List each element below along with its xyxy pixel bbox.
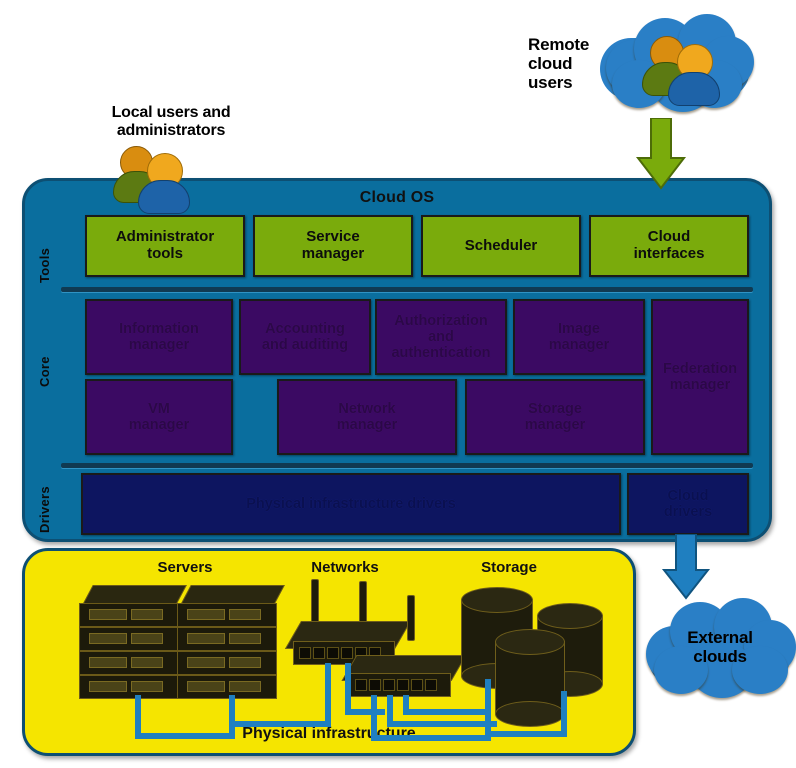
box-line-2: drivers	[663, 504, 713, 520]
connection-wire	[403, 709, 489, 715]
connection-wire	[135, 733, 235, 739]
box-line-2: manager	[128, 417, 190, 433]
driver-box-physical-infrastructure-drivers[interactable]: Physical infrastructure drivers	[81, 473, 621, 535]
layer-label-core: Core	[37, 356, 52, 387]
box-line-3: authentication	[391, 345, 491, 362]
layer-label-drivers: Drivers	[37, 486, 52, 533]
remote-cloud-users-cloud	[590, 10, 760, 120]
connection-wire	[387, 721, 497, 727]
layer-label-tools: Tools	[37, 247, 52, 283]
connection-wire	[345, 663, 351, 715]
infra-group-label-networks: Networks	[311, 559, 379, 576]
driver-box-cloud-drivers[interactable]: Cloud drivers	[627, 473, 749, 535]
box-line-2: and auditing	[261, 337, 349, 353]
box-line-2: manager	[548, 337, 610, 353]
box-line-1: Storage	[527, 400, 582, 417]
people-icon	[668, 44, 720, 106]
box-line-1: Scheduler	[464, 236, 538, 254]
box-line-2: interfaces	[633, 245, 705, 262]
layer-divider-tools-core	[61, 287, 753, 292]
core-box-storage-manager[interactable]: Storage manager	[465, 379, 645, 455]
box-line-2: manager	[336, 417, 398, 433]
core-box-authorization-and-authentication[interactable]: Authorization and authentication	[375, 299, 507, 375]
external-clouds-label: External clouds	[687, 628, 753, 667]
people-icon	[138, 153, 190, 214]
box-line-1: Service	[306, 228, 360, 246]
box-line-1: Authorization	[394, 312, 488, 329]
disk-array-icon	[495, 629, 567, 727]
remote-users-to-cloud-os-arrow	[634, 117, 688, 190]
local-users-label: Local users and administrators	[111, 104, 231, 139]
server-rack-icon	[177, 585, 287, 699]
cloud-os-to-external-clouds-arrow	[660, 533, 712, 600]
tool-box-administrator-tools[interactable]: Administrator tools	[85, 215, 245, 277]
core-box-federation-manager[interactable]: Federation manager	[651, 299, 749, 455]
infra-group-label-servers: Servers	[157, 559, 213, 576]
remote-cloud-users-label: Remote cloud users	[528, 35, 590, 93]
connection-wire	[345, 709, 385, 715]
physical-infrastructure-container: Physical infrastructure Servers Networks…	[22, 548, 636, 756]
box-line-1: Cloud	[647, 228, 691, 246]
core-box-image-manager[interactable]: Image manager	[513, 299, 645, 375]
box-line-2: tools	[147, 245, 183, 262]
diagram-canvas: Remote cloud users Local users and admin…	[0, 0, 796, 768]
connection-wire	[229, 721, 331, 727]
box-line-1: Accounting	[265, 320, 345, 337]
tool-box-scheduler[interactable]: Scheduler	[421, 215, 581, 277]
core-box-accounting-and-auditing[interactable]: Accounting and auditing	[239, 299, 371, 375]
core-box-information-manager[interactable]: Information manager	[85, 299, 233, 375]
cloud-os-container: Cloud OS Tools Core Drivers Administrato…	[22, 178, 772, 542]
box-line-1: Federation	[662, 360, 738, 377]
infra-group-label-storage: Storage	[481, 559, 537, 576]
box-line-1: Administrator	[115, 228, 215, 246]
box-line-1: Image	[558, 320, 600, 337]
box-line-2: manager	[301, 245, 365, 262]
connection-wire	[371, 735, 491, 741]
box-line-2: manager	[128, 337, 190, 353]
connection-wire	[325, 663, 331, 727]
box-line-1: Cloud	[667, 487, 709, 504]
tool-box-service-manager[interactable]: Service manager	[253, 215, 413, 277]
tool-box-cloud-interfaces[interactable]: Cloud interfaces	[589, 215, 749, 277]
core-box-vm-manager[interactable]: VM manager	[85, 379, 233, 455]
box-line-2: manager	[524, 417, 586, 433]
box-line-2: and	[428, 328, 454, 345]
box-line-1: Physical infrastructure drivers	[246, 495, 456, 512]
server-rack-icon	[79, 585, 189, 699]
layer-divider-core-drivers	[61, 463, 753, 468]
box-line-1: Network	[338, 400, 396, 417]
box-line-1: Information	[119, 320, 199, 337]
network-switch-icon	[284, 579, 467, 699]
box-line-1: VM	[148, 400, 170, 417]
core-box-network-manager[interactable]: Network manager	[277, 379, 457, 455]
connection-wire	[229, 695, 235, 739]
box-line-2: manager	[669, 377, 731, 393]
connection-wire	[491, 731, 567, 737]
